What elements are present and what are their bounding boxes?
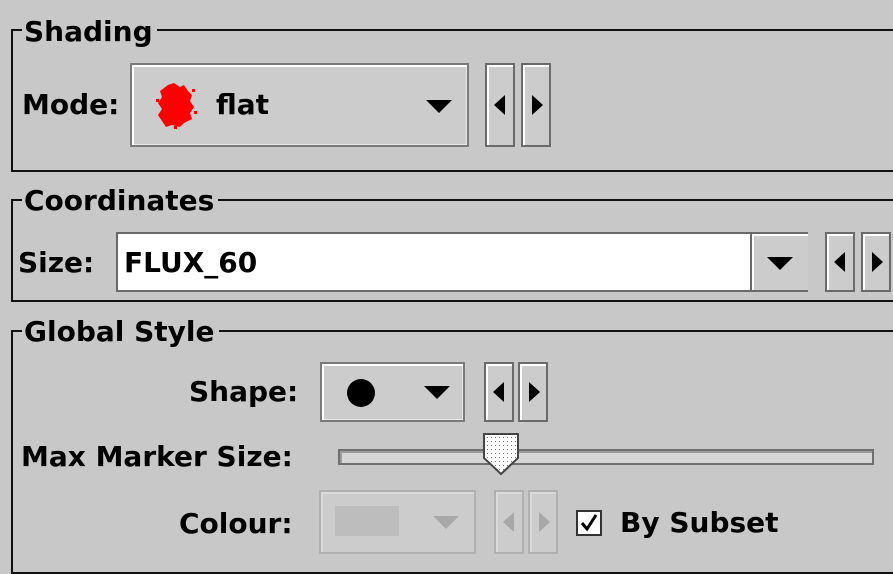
shape-label: Shape: [189, 375, 299, 408]
mode-prev-button[interactable] [485, 63, 515, 147]
mode-label: Mode: [22, 88, 120, 121]
arrow-right-icon [532, 95, 543, 115]
shape-prev-button[interactable] [484, 362, 514, 422]
arrow-right-icon [529, 382, 540, 402]
max-marker-size-slider[interactable] [338, 432, 874, 482]
mode-next-button[interactable] [521, 63, 551, 147]
colour-label: Colour: [179, 507, 293, 540]
coordinates-title: Coordinates [22, 184, 219, 218]
slider-thumb-icon[interactable] [482, 432, 520, 476]
arrow-left-icon [834, 252, 845, 272]
check-icon [580, 514, 598, 532]
shading-title: Shading [22, 15, 157, 49]
size-combo[interactable]: FLUX_60 [116, 232, 808, 292]
filled-circle-icon [347, 379, 375, 407]
chevron-down-icon [424, 386, 450, 399]
size-label: Size: [18, 246, 95, 279]
chevron-down-icon [767, 257, 793, 270]
colour-dropdown[interactable] [319, 490, 476, 554]
colour-prev-button[interactable] [494, 490, 524, 554]
arrow-left-icon [494, 95, 505, 115]
shape-dropdown[interactable] [320, 362, 465, 422]
mode-dropdown[interactable]: flat [130, 63, 469, 147]
size-prev-button[interactable] [825, 232, 855, 292]
red-blob-icon [156, 83, 197, 129]
chevron-down-icon [433, 516, 459, 529]
by-subset-label: By Subset [620, 506, 779, 539]
chevron-down-icon [426, 100, 452, 113]
by-subset-checkbox[interactable] [576, 510, 602, 536]
shape-next-button[interactable] [518, 362, 548, 422]
global-style-title: Global Style [22, 315, 219, 349]
size-value: FLUX_60 [124, 246, 258, 279]
mode-value: flat [216, 88, 270, 121]
arrow-right-icon [872, 252, 883, 272]
arrow-left-icon [493, 382, 504, 402]
arrow-right-icon [539, 512, 550, 532]
slider-track [338, 449, 874, 465]
size-dropdown-button[interactable] [750, 234, 808, 290]
colour-next-button[interactable] [528, 490, 558, 554]
size-next-button[interactable] [861, 232, 891, 292]
arrow-left-icon [503, 512, 514, 532]
colour-swatch [335, 506, 399, 536]
max-marker-size-label: Max Marker Size: [21, 440, 293, 473]
